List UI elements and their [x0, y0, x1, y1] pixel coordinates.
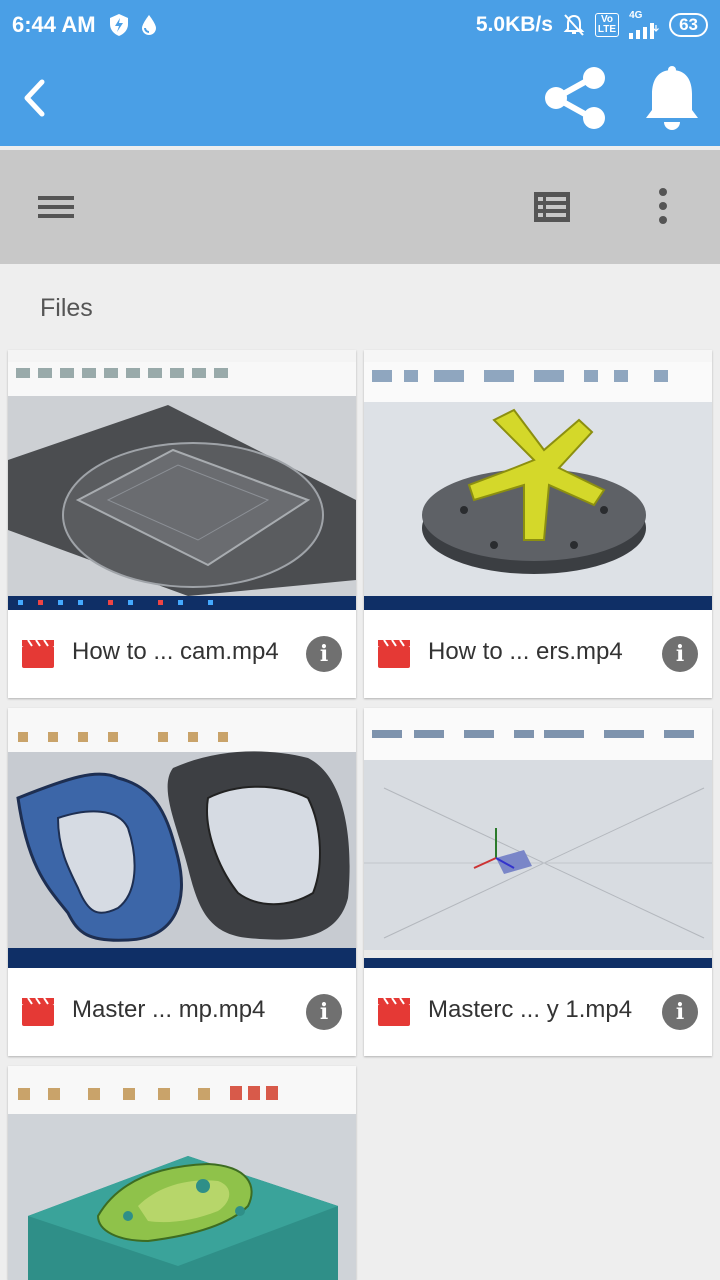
file-name: How to ... ers.mp4 [428, 638, 623, 665]
more-vert-icon [659, 188, 667, 224]
info-button[interactable]: i [662, 994, 698, 1030]
file-card[interactable] [8, 1066, 356, 1280]
notifications-button[interactable] [640, 64, 704, 134]
video-thumbnail[interactable] [364, 350, 712, 610]
toolbar [0, 150, 720, 264]
video-thumbnail[interactable] [364, 708, 712, 968]
file-name: How to ... cam.mp4 [72, 638, 279, 665]
signal-icon [629, 23, 660, 39]
signal-type: 4G [629, 10, 643, 21]
status-time: 6:44 AM [12, 12, 96, 37]
file-card[interactable]: Masterc ... y 1.mp4 i [364, 708, 712, 1056]
water-drop-icon [141, 15, 156, 35]
video-thumbnail[interactable] [8, 708, 356, 968]
list-view-button[interactable] [532, 190, 572, 224]
share-icon [545, 67, 605, 129]
video-file-icon [22, 640, 54, 668]
info-button[interactable]: i [306, 636, 342, 672]
info-icon: i [319, 999, 329, 1025]
mute-bell-icon [563, 14, 585, 36]
hamburger-menu-icon [38, 196, 74, 218]
battery-indicator: 63 [669, 13, 708, 37]
more-options-button[interactable] [650, 184, 676, 230]
app-bar [0, 50, 720, 146]
menu-button[interactable] [36, 190, 76, 224]
share-button[interactable] [540, 62, 612, 134]
back-arrow-icon [24, 79, 45, 117]
file-card[interactable]: How to ... ers.mp4 i [364, 350, 712, 698]
video-file-icon [22, 998, 54, 1026]
shield-bolt-icon [109, 14, 128, 36]
info-icon: i [675, 999, 685, 1025]
video-file-icon [378, 998, 410, 1026]
info-button[interactable]: i [662, 636, 698, 672]
network-speed: 5.0KB/s [475, 13, 553, 36]
file-card[interactable]: How to ... cam.mp4 i [8, 350, 356, 698]
status-bar: 6:44 AM 5.0KB/s Vo LTE 4G 63 [0, 0, 720, 50]
video-file-icon [378, 640, 410, 668]
file-name: Masterc ... y 1.mp4 [428, 996, 633, 1023]
volte-badge: Vo LTE [594, 13, 620, 37]
back-button[interactable] [14, 76, 54, 120]
bell-icon [646, 66, 698, 130]
section-label-files: Files [40, 294, 93, 322]
video-thumbnail[interactable] [8, 1066, 356, 1280]
info-icon: i [675, 641, 685, 667]
file-name: Master ... mp.mp4 [72, 996, 266, 1023]
info-button[interactable]: i [306, 994, 342, 1030]
list-view-icon [534, 192, 570, 222]
file-card[interactable]: Master ... mp.mp4 i [8, 708, 356, 1056]
info-icon: i [319, 641, 329, 667]
video-thumbnail[interactable] [8, 350, 356, 610]
